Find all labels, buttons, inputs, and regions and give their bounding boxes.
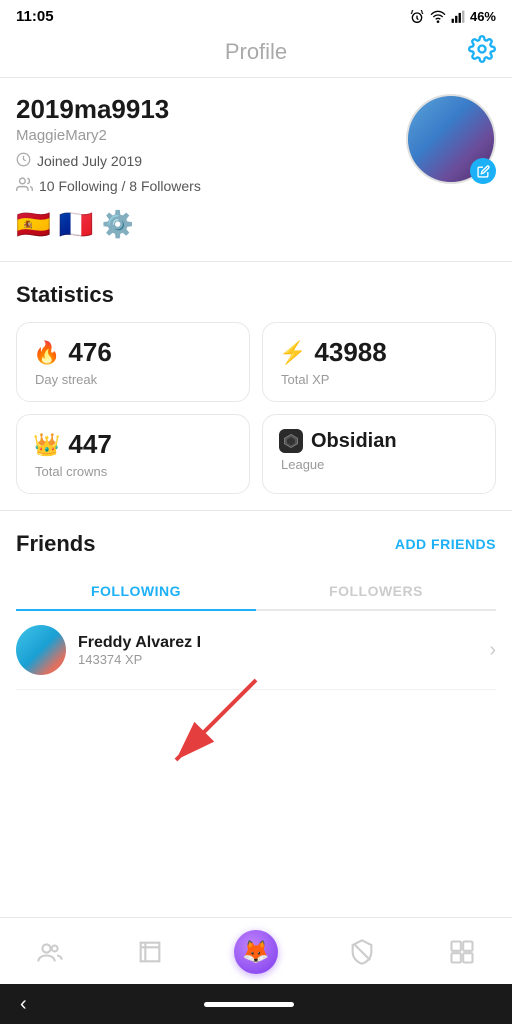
page-title: Profile <box>225 39 287 65</box>
status-icons: 46% <box>409 9 496 25</box>
stats-grid: 🔥 476 Day streak ⚡ 43988 Total XP 👑 447 … <box>16 322 496 494</box>
home-indicator: ‹ <box>0 984 512 1024</box>
total-xp-card: ⚡ 43988 Total XP <box>262 322 496 402</box>
edit-avatar-button[interactable] <box>470 158 496 184</box>
user-handle: MaggieMary2 <box>16 127 406 144</box>
league-label: League <box>279 457 479 472</box>
nav-store[interactable] <box>436 932 488 972</box>
day-streak-label: Day streak <box>33 372 233 387</box>
arrow-annotation <box>16 690 496 750</box>
nav-shield[interactable] <box>336 932 388 972</box>
back-button[interactable]: ‹ <box>20 993 27 1016</box>
friends-tabs: FOLLOWING FOLLOWERS <box>16 573 496 611</box>
statistics-section: Statistics 🔥 476 Day streak ⚡ 43988 Tota… <box>0 262 512 511</box>
obsidian-icon <box>279 429 303 453</box>
nav-social-icon <box>34 936 66 968</box>
tab-followers[interactable]: FOLLOWERS <box>256 573 496 609</box>
friend-chevron-icon: › <box>489 639 496 662</box>
total-xp-label: Total XP <box>279 372 479 387</box>
settings-flag-icon[interactable]: ⚙️ <box>102 209 134 240</box>
france-flag: 🇫🇷 <box>59 208 94 241</box>
nav-shield-icon <box>346 936 378 968</box>
friends-header: Friends ADD FRIENDS <box>16 531 496 557</box>
join-date: Joined July 2019 <box>16 152 406 170</box>
wifi-icon <box>430 9 446 25</box>
obsidian-league-card: Obsidian League <box>262 414 496 494</box>
status-bar: 11:05 46% <box>0 0 512 29</box>
people-icon <box>16 176 33 196</box>
fire-icon: 🔥 <box>33 340 60 366</box>
friend-info: Freddy Alvarez I 143374 XP <box>78 634 489 667</box>
nav-social[interactable] <box>24 932 76 972</box>
nav-profile-avatar: 🦊 <box>234 930 278 974</box>
page-header: Profile <box>0 29 512 78</box>
add-friends-button[interactable]: ADD FRIENDS <box>395 536 496 552</box>
alarm-icon <box>409 9 425 25</box>
signal-icon <box>451 9 465 25</box>
league-value: Obsidian <box>311 430 397 453</box>
nav-learn[interactable] <box>124 932 176 972</box>
tab-following[interactable]: FOLLOWING <box>16 573 256 611</box>
crown-icon: 👑 <box>33 432 60 458</box>
clock-icon <box>16 152 31 170</box>
friend-xp: 143374 XP <box>78 652 489 667</box>
status-time: 11:05 <box>16 8 54 25</box>
total-crowns-value: 447 <box>68 429 111 460</box>
nav-profile-active[interactable]: 🦊 <box>224 926 288 978</box>
profile-info: 2019ma9913 MaggieMary2 Joined July 2019 … <box>16 94 406 241</box>
username: 2019ma9913 <box>16 94 406 125</box>
total-crowns-label: Total crowns <box>33 464 233 479</box>
day-streak-card: 🔥 476 Day streak <box>16 322 250 402</box>
friends-section: Friends ADD FRIENDS FOLLOWING FOLLOWERS … <box>0 511 512 750</box>
language-flags: 🇪🇸 🇫🇷 ⚙️ <box>16 208 406 241</box>
profile-section: 2019ma9913 MaggieMary2 Joined July 2019 … <box>0 78 512 262</box>
home-pill[interactable] <box>204 1002 294 1007</box>
day-streak-value: 476 <box>68 337 111 368</box>
statistics-title: Statistics <box>16 282 496 308</box>
spain-flag: 🇪🇸 <box>16 208 51 241</box>
friend-avatar <box>16 625 66 675</box>
total-crowns-card: 👑 447 Total crowns <box>16 414 250 494</box>
red-arrow-svg <box>116 670 316 790</box>
total-xp-value: 43988 <box>314 337 386 368</box>
settings-gear-icon[interactable] <box>468 35 496 70</box>
lightning-icon: ⚡ <box>279 340 306 366</box>
avatar-wrap[interactable] <box>406 94 496 184</box>
nav-store-icon <box>446 936 478 968</box>
nav-learn-icon <box>134 936 166 968</box>
follow-counts: 10 Following / 8 Followers <box>16 176 406 196</box>
friends-title: Friends <box>16 531 95 557</box>
friend-name: Freddy Alvarez I <box>78 634 489 652</box>
battery-text: 46% <box>470 9 496 24</box>
bottom-navigation: 🦊 <box>0 917 512 984</box>
